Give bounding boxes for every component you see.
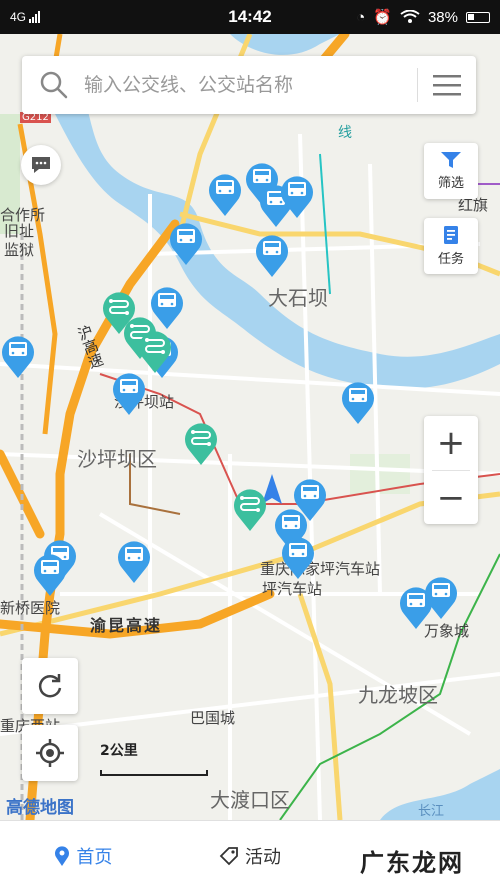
scale-bar	[100, 770, 208, 776]
route-pin[interactable]	[137, 328, 173, 374]
filter-label: 筛选	[437, 176, 464, 191]
bus-stop-pin[interactable]	[111, 370, 147, 416]
nav-activity-label: 活动	[245, 846, 281, 868]
alarm-icon: ⏰	[373, 9, 392, 26]
watermark: 广东龙网	[360, 849, 464, 877]
search-bar	[22, 56, 476, 114]
nav-home-label: 首页	[76, 846, 113, 868]
status-left: 4G	[10, 10, 41, 24]
status-bar: 4G 14:42 ◔ ⏰ 38%	[0, 0, 500, 34]
zoom-control: + −	[424, 416, 478, 524]
scale-text: 2公里	[100, 743, 138, 759]
label-yukun-expressway: 渝昆高速	[90, 616, 163, 635]
bus-stop-pin[interactable]	[423, 574, 459, 620]
label-dadukou: 大渡口区	[210, 788, 290, 812]
bus-stop-pin[interactable]	[254, 232, 290, 278]
bus-stop-pin[interactable]	[116, 538, 152, 584]
chat-bubble-icon	[32, 157, 50, 173]
refresh-icon	[38, 674, 62, 698]
locate-icon	[36, 739, 64, 767]
battery-icon	[466, 11, 490, 23]
label-metro-line: 线	[338, 125, 352, 141]
bus-stop-pin[interactable]	[279, 173, 315, 219]
battery-percent: 38%	[427, 8, 458, 26]
bus-stop-pin[interactable]	[0, 333, 36, 379]
search-icon[interactable]	[34, 65, 74, 105]
bus-stop-pin[interactable]	[32, 551, 68, 597]
amap-logo: 高德地图	[6, 798, 74, 818]
menu-icon[interactable]	[418, 56, 476, 114]
label-shapingba-district: 沙坪坝区	[77, 447, 157, 471]
task-button[interactable]: 任务	[424, 218, 478, 274]
refresh-button[interactable]	[22, 658, 78, 714]
location-pin-icon	[55, 845, 70, 866]
label-dashiba: 大石坝	[268, 286, 328, 310]
bus-stop-pin[interactable]	[168, 220, 204, 266]
nfc-icon: ◔	[356, 8, 366, 26]
signal-icon	[29, 11, 41, 23]
task-label: 任务	[437, 252, 464, 267]
locate-button[interactable]	[22, 725, 78, 781]
task-icon	[444, 226, 458, 244]
bus-stop-pin[interactable]	[207, 171, 243, 217]
label-changjiang: 长江	[418, 804, 445, 819]
wifi-icon	[400, 10, 420, 23]
label-xinqiao-hospital: 新桥医院	[0, 599, 61, 617]
bus-stop-pin[interactable]	[280, 534, 316, 580]
label-jianyu: 监狱	[4, 241, 35, 259]
zoom-in-button[interactable]: +	[424, 416, 478, 470]
label-jiuzhi: 旧址	[4, 222, 35, 240]
label-caiyuanba-2: 坪汽车站	[262, 580, 323, 598]
label-caiyuanba-1: 重庆陈家坪汽车站	[260, 560, 381, 578]
route-pin[interactable]	[183, 420, 219, 466]
map-scale: 2公里	[100, 740, 208, 776]
nav-home[interactable]: 首页	[0, 843, 167, 869]
tag-icon	[219, 846, 238, 865]
filter-button[interactable]: 筛选	[424, 143, 478, 199]
label-jiulongpo: 九龙坡区	[358, 683, 438, 707]
search-input[interactable]	[82, 73, 417, 97]
network-label: 4G	[10, 10, 27, 24]
message-button[interactable]	[21, 145, 61, 185]
nav-activity[interactable]: 活动	[167, 843, 334, 869]
route-pin[interactable]	[232, 486, 268, 532]
label-baguocheng: 巴国城	[190, 709, 236, 727]
bus-stop-pin[interactable]	[340, 379, 376, 425]
filter-icon	[441, 152, 461, 168]
zoom-out-button[interactable]: −	[424, 471, 478, 525]
status-right: ◔ ⏰ 38%	[356, 8, 490, 26]
metro-cyan	[319, 153, 331, 295]
